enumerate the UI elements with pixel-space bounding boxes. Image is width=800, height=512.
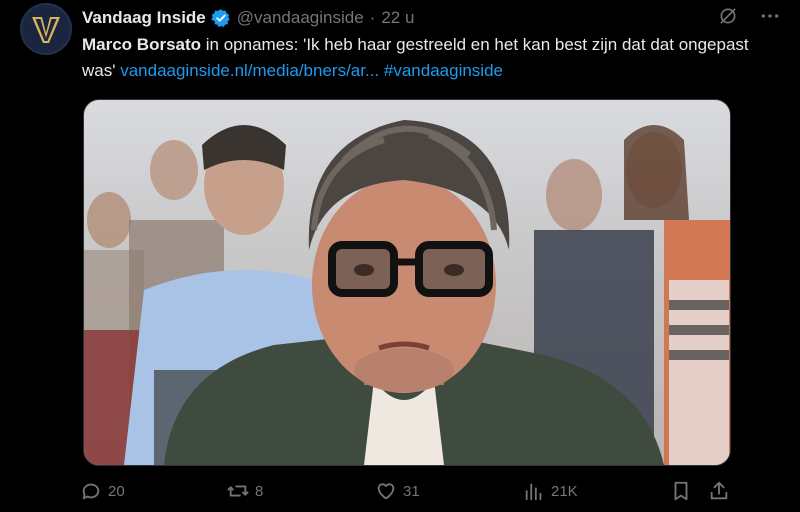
- share-icon: [708, 480, 730, 502]
- bookmark-icon: [670, 480, 692, 502]
- bookmark-button[interactable]: [670, 480, 692, 502]
- reply-button[interactable]: 20: [80, 480, 125, 502]
- like-count: 31: [403, 482, 420, 500]
- repost-count: 8: [255, 482, 264, 500]
- more-options-icon[interactable]: [760, 6, 780, 31]
- tweet-header: Vandaag Inside @vandaaginside · 22 u: [82, 6, 780, 30]
- tweet-link[interactable]: vandaaginside.nl/media/bners/ar...: [120, 61, 379, 80]
- grok-icon[interactable]: [718, 6, 738, 31]
- views-button[interactable]: 21K: [523, 480, 578, 502]
- reply-count: 20: [108, 482, 125, 500]
- post-time[interactable]: 22 u: [381, 8, 414, 28]
- heart-icon: [375, 480, 397, 502]
- like-button[interactable]: 31: [375, 480, 420, 502]
- tweet-hashtag[interactable]: #vandaaginside: [384, 61, 503, 80]
- repost-button[interactable]: 8: [227, 480, 263, 502]
- vandaag-inside-logo-icon: [32, 17, 60, 43]
- photo-illustration: [84, 120, 730, 465]
- views-count: 21K: [551, 482, 578, 500]
- repost-icon: [227, 480, 249, 502]
- tweet-actions: 20 8 31 21K: [80, 477, 740, 507]
- account-handle[interactable]: @vandaaginside: [237, 8, 364, 28]
- separator-dot: ·: [369, 8, 376, 27]
- account-name[interactable]: Vandaag Inside: [82, 8, 206, 28]
- tweet-text: Marco Borsato in opnames: 'Ik heb haar g…: [82, 32, 762, 84]
- avatar[interactable]: [20, 3, 72, 55]
- reply-icon: [80, 480, 102, 502]
- share-button[interactable]: [708, 480, 730, 502]
- tweet-bold-name: Marco Borsato: [82, 35, 202, 54]
- tweet-media-photo[interactable]: [83, 99, 731, 466]
- views-chart-icon: [523, 480, 545, 502]
- verified-badge-icon: [211, 8, 231, 28]
